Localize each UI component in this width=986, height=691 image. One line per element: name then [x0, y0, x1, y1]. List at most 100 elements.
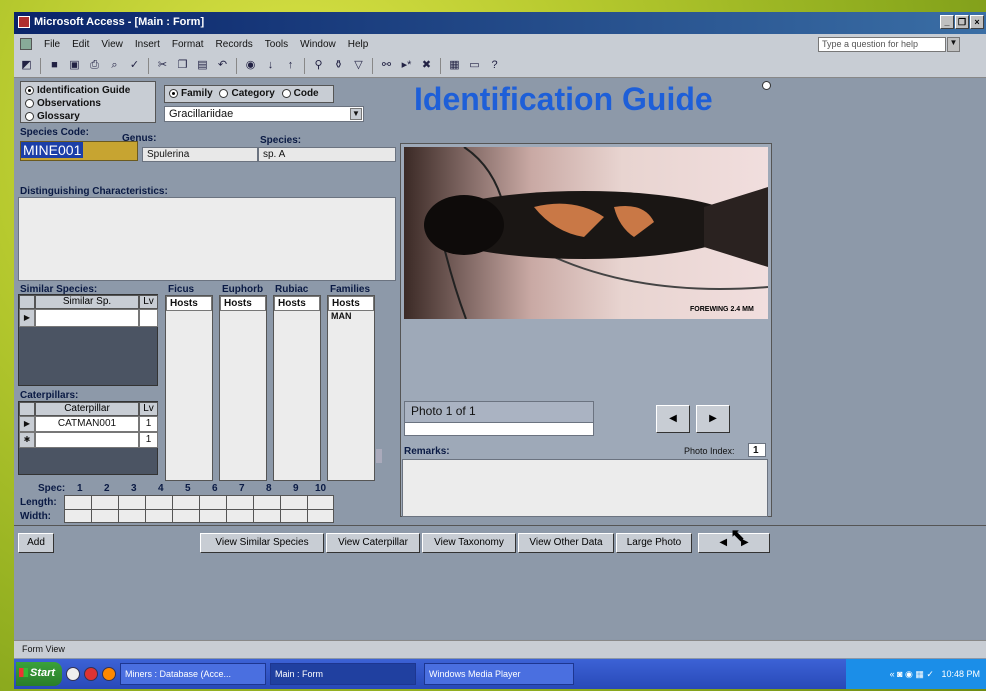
view-caterpillar-button[interactable]: View Caterpillar: [326, 533, 420, 553]
restore-icon[interactable]: ❐: [955, 15, 969, 29]
spec-measurements-grid[interactable]: [64, 495, 334, 523]
specimen-photo[interactable]: FOREWING 2.4 MM: [404, 147, 768, 319]
help-dropdown-icon[interactable]: ▼: [947, 37, 960, 52]
option-category[interactable]: Category: [219, 88, 275, 99]
sort-descending-icon[interactable]: ↑: [282, 57, 299, 74]
view-icon[interactable]: ◩: [18, 57, 35, 74]
table-row[interactable]: CATMAN001: [35, 416, 139, 432]
caterpillar-lv-cell[interactable]: 1: [139, 432, 158, 448]
task-media-player[interactable]: Windows Media Player: [424, 663, 574, 685]
apply-filter-icon[interactable]: ▽: [350, 57, 367, 74]
view-taxonomy-button[interactable]: View Taxonomy: [422, 533, 516, 553]
menu-records[interactable]: Records: [216, 39, 253, 50]
print-preview-icon[interactable]: ⌕: [106, 57, 123, 74]
option-code[interactable]: Code: [281, 88, 319, 99]
prev-photo-button[interactable]: ◀: [656, 405, 690, 433]
radio-icon[interactable]: [169, 88, 178, 98]
task-main-form[interactable]: Main : Form: [270, 663, 416, 685]
add-button[interactable]: Add: [18, 533, 54, 553]
row-selector-icon[interactable]: ▶: [19, 309, 35, 327]
media-icon[interactable]: [102, 667, 116, 681]
new-row-icon[interactable]: ✱: [19, 432, 35, 448]
option-family[interactable]: Family: [169, 88, 213, 99]
menu-tools[interactable]: Tools: [265, 39, 288, 50]
spec-number: 1: [77, 483, 83, 494]
minimize-icon[interactable]: _: [940, 15, 954, 29]
filter-form-icon[interactable]: ⚱: [330, 57, 347, 74]
hyperlink-icon[interactable]: ◉: [242, 57, 259, 74]
toolbar: ◩ ■ ▣ ⎙ ⌕ ✓ ✂ ❐ ▤ ↶ ◉ ↓ ↑ ⚲ ⚱ ▽ ⚯ ▸* ✖ ▦…: [14, 54, 986, 78]
similar-lv-cell[interactable]: [139, 309, 158, 327]
nav-option-observations[interactable]: Observations: [25, 97, 151, 110]
tray-icons[interactable]: « ◙ ◉ ▦ ✓: [890, 669, 939, 679]
photo-index-field[interactable]: 1: [748, 443, 766, 457]
browser-icon[interactable]: [84, 667, 98, 681]
species-code-field[interactable]: MINE001: [20, 141, 138, 161]
menu-help[interactable]: Help: [348, 39, 369, 50]
menu-insert[interactable]: Insert: [135, 39, 160, 50]
menu-format[interactable]: Format: [172, 39, 204, 50]
filter-selection-icon[interactable]: ⚲: [310, 57, 327, 74]
delete-record-icon[interactable]: ✖: [418, 57, 435, 74]
close-icon[interactable]: ×: [970, 15, 984, 29]
access-app-icon: [18, 16, 30, 28]
database-window-icon[interactable]: ▦: [446, 57, 463, 74]
print-icon[interactable]: ⎙: [86, 57, 103, 74]
radio-icon[interactable]: [281, 88, 291, 98]
table-row[interactable]: [35, 432, 139, 448]
distinguishing-label: Distinguishing Characteristics:: [20, 186, 168, 197]
new-record-icon[interactable]: ▸*: [398, 57, 415, 74]
ficus-label: Ficus: [168, 284, 195, 295]
paste-icon[interactable]: ▤: [194, 57, 211, 74]
radio-icon[interactable]: [25, 98, 34, 108]
nav-option-glossary[interactable]: Glossary: [25, 110, 151, 123]
caterpillar-lv-cell[interactable]: 1: [139, 416, 158, 432]
nav-option-identification[interactable]: Identification Guide: [25, 84, 151, 97]
list-item[interactable]: MAN: [328, 311, 374, 321]
row-selector-icon[interactable]: ▶: [19, 416, 35, 432]
menu-view[interactable]: View: [101, 39, 123, 50]
scroll-handle[interactable]: [376, 449, 382, 463]
menu-file[interactable]: File: [44, 39, 60, 50]
task-database[interactable]: Miners : Database (Acce...: [120, 663, 266, 685]
save-icon[interactable]: ■: [46, 57, 63, 74]
view-similar-species-button[interactable]: View Similar Species: [200, 533, 324, 553]
menu-edit[interactable]: Edit: [72, 39, 89, 50]
chevron-down-icon[interactable]: ▼: [350, 108, 362, 120]
view-other-data-button[interactable]: View Other Data: [518, 533, 614, 553]
copy-icon[interactable]: ❐: [174, 57, 191, 74]
menu-window[interactable]: Window: [300, 39, 336, 50]
similar-sp-cell[interactable]: [35, 309, 139, 327]
rubiac-hosts-list[interactable]: Hosts: [273, 295, 321, 481]
similar-species-grid: Similar Sp. Lv ▶: [18, 294, 158, 386]
radio-icon[interactable]: [25, 111, 34, 121]
undo-icon[interactable]: ↶: [214, 57, 231, 74]
search-db-icon[interactable]: ▣: [66, 57, 83, 74]
next-photo-button[interactable]: ▶: [696, 405, 730, 433]
large-photo-button[interactable]: Large Photo: [616, 533, 692, 553]
radio-icon[interactable]: [219, 88, 229, 98]
help-icon[interactable]: ?: [486, 57, 503, 74]
ficus-hosts-list[interactable]: Hosts: [165, 295, 213, 481]
sort-ascending-icon[interactable]: ↓: [262, 57, 279, 74]
find-icon[interactable]: ⚯: [378, 57, 395, 74]
desktop-icon[interactable]: [66, 667, 80, 681]
families-hosts-list[interactable]: Hosts MAN: [327, 295, 375, 481]
distinguishing-textarea[interactable]: [18, 197, 396, 281]
radio-icon[interactable]: [25, 85, 34, 95]
form-doc-icon[interactable]: [20, 38, 32, 50]
families-label: Families: [330, 284, 371, 295]
spelling-icon[interactable]: ✓: [126, 57, 143, 74]
new-object-icon[interactable]: ▭: [466, 57, 483, 74]
cut-icon[interactable]: ✂: [154, 57, 171, 74]
euphorb-hosts-list[interactable]: Hosts: [219, 295, 267, 481]
remarks-textarea[interactable]: [402, 459, 768, 517]
photo-caption-field[interactable]: [404, 422, 594, 436]
species-field[interactable]: sp. A: [258, 147, 396, 162]
genus-field[interactable]: Spulerina: [142, 147, 258, 162]
help-question-input[interactable]: Type a question for help: [818, 37, 946, 52]
start-button[interactable]: Start: [16, 662, 62, 686]
family-select[interactable]: Gracillariidae: [164, 106, 364, 122]
nav-radio-group: Identification Guide Observations Glossa…: [20, 81, 156, 123]
col-lv: Lv: [139, 402, 158, 416]
